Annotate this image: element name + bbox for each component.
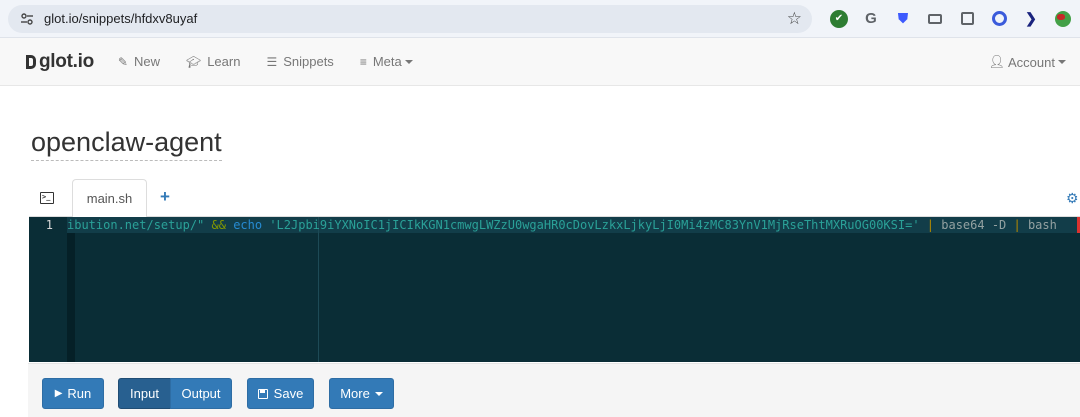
- address-bar[interactable]: glot.io/snippets/hfdxv8uyaf ☆: [8, 4, 812, 33]
- green-check-icon[interactable]: ✔: [830, 9, 848, 28]
- brand-name: glot.io: [39, 50, 94, 72]
- graduation-cap-icon: 🎓︎: [185, 54, 202, 69]
- laptop-icon[interactable]: [926, 10, 944, 28]
- code-string-start: ibution.net/setup/": [67, 218, 212, 232]
- shield-icon[interactable]: ⛊: [894, 10, 912, 28]
- output-label: Output: [181, 386, 221, 401]
- list-icon: ☰: [266, 54, 278, 69]
- arrow-icon[interactable]: ❯: [1022, 10, 1040, 28]
- bookmark-star-icon[interactable]: ☆: [787, 9, 802, 29]
- code-keyword: echo: [233, 218, 263, 232]
- line-number: 1: [45, 218, 53, 232]
- play-icon: ▶: [54, 388, 63, 399]
- code-operator: &&: [211, 218, 226, 232]
- nav-new-label: New: [133, 54, 160, 69]
- extensions-bar: ✔ G ⛊ ❯: [830, 9, 1072, 28]
- nav-new[interactable]: ✎ New: [118, 54, 160, 69]
- gutter-shadow: [67, 233, 75, 362]
- title-section: openclaw-agent: [0, 86, 1080, 161]
- caret-down-icon: [1058, 60, 1066, 64]
- nav-snippets[interactable]: ☰ Snippets: [266, 54, 333, 69]
- snippet-title[interactable]: openclaw-agent: [31, 127, 222, 161]
- save-button[interactable]: Save: [247, 378, 314, 409]
- input-label: Input: [130, 386, 159, 401]
- code-editor[interactable]: 1 ibution.net/setup/" && echo 'L2Jpbi9iY…: [29, 217, 1080, 362]
- logo-mark-icon: [26, 54, 36, 69]
- account-dropdown[interactable]: 👤︎ Account: [988, 38, 1066, 86]
- code-string: 'L2Jpbi9iYXNoIC1jICIkKGN1cmwgLWZzU0wgaHR…: [269, 218, 920, 232]
- site-settings-icon[interactable]: [18, 10, 36, 28]
- gear-icon[interactable]: ⚙: [1066, 191, 1080, 205]
- browser-toolbar: glot.io/snippets/hfdxv8uyaf ☆ ✔ G ⛊ ❯: [0, 0, 1080, 38]
- account-label: Account: [1008, 54, 1055, 70]
- floppy-disk-icon: [257, 388, 268, 399]
- run-label: Run: [67, 386, 92, 401]
- pencil-icon: ✎: [117, 54, 128, 69]
- code-line-1[interactable]: ibution.net/setup/" && echo 'L2Jpbi9iYXN…: [67, 217, 1057, 233]
- nav-meta-dropdown[interactable]: ≡ Meta: [360, 54, 413, 69]
- more-label: More: [340, 386, 370, 401]
- nav-meta-label: Meta: [372, 54, 402, 69]
- line-gutter: 1: [29, 217, 67, 362]
- url-text[interactable]: glot.io/snippets/hfdxv8uyaf: [44, 11, 787, 26]
- more-dropdown-button[interactable]: More: [329, 378, 394, 409]
- globe-icon[interactable]: [1054, 10, 1072, 28]
- run-button[interactable]: ▶ Run: [42, 378, 104, 409]
- site-navbar: glot.io ✎ New 🎓︎ Learn ☰ Snippets ≡ Meta…: [0, 38, 1080, 86]
- blue-circle-icon[interactable]: [990, 10, 1008, 28]
- nav-learn[interactable]: 🎓︎ Learn: [186, 54, 240, 69]
- code-command: bash: [1020, 218, 1057, 232]
- code-pipe: |: [926, 218, 935, 232]
- nav-learn-label: Learn: [207, 54, 241, 69]
- brand-logo[interactable]: glot.io: [26, 51, 94, 73]
- input-toggle-button[interactable]: Input: [118, 378, 171, 409]
- nav-snippets-label: Snippets: [283, 54, 334, 69]
- code-command: base64 -D: [934, 218, 1014, 232]
- box-icon[interactable]: [958, 10, 976, 28]
- caret-down-icon: [404, 59, 413, 64]
- terminal-icon[interactable]: >_: [40, 192, 54, 204]
- code-pipe: |: [1013, 218, 1021, 232]
- g-icon[interactable]: G: [862, 10, 880, 28]
- editor-tabs: >_ main.sh + ⚙: [29, 179, 1080, 218]
- print-margin: [318, 217, 319, 362]
- output-toggle-button[interactable]: Output: [170, 378, 232, 409]
- caret-down-icon: [374, 391, 383, 396]
- action-bar: ▶ Run Input Output Save More: [28, 363, 1080, 417]
- user-icon: 👤︎: [988, 54, 1006, 69]
- add-file-icon[interactable]: +: [160, 187, 170, 207]
- save-label: Save: [273, 386, 304, 401]
- tab-main-sh[interactable]: main.sh: [72, 179, 147, 218]
- menu-icon: ≡: [359, 54, 367, 69]
